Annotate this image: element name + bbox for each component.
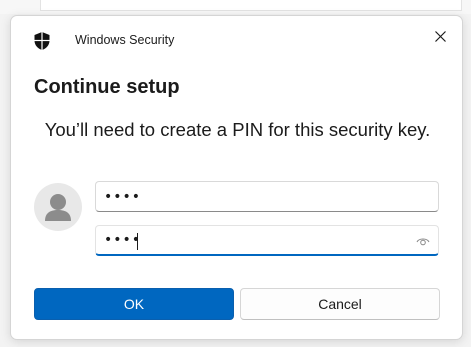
confirm-pin-input[interactable] bbox=[96, 226, 438, 254]
instruction-message: You’ll need to create a PIN for this sec… bbox=[44, 119, 431, 140]
dialog-heading: Continue setup bbox=[34, 76, 180, 98]
security-key-dialog: Windows Security Continue setup You’ll n… bbox=[10, 15, 463, 340]
user-avatar-icon bbox=[34, 183, 82, 231]
close-button[interactable] bbox=[428, 24, 452, 48]
new-pin-field[interactable] bbox=[95, 181, 439, 212]
eye-icon[interactable] bbox=[416, 235, 430, 247]
text-caret bbox=[137, 233, 138, 250]
new-pin-input[interactable] bbox=[96, 182, 438, 211]
ok-button[interactable]: OK bbox=[34, 288, 234, 320]
title-bar: Windows Security bbox=[11, 16, 462, 64]
cancel-button[interactable]: Cancel bbox=[240, 288, 440, 320]
confirm-pin-field[interactable] bbox=[95, 225, 439, 256]
shield-icon bbox=[34, 32, 50, 50]
close-icon bbox=[434, 30, 446, 42]
app-title: Windows Security bbox=[75, 33, 175, 47]
background-window-edge bbox=[40, 0, 462, 11]
